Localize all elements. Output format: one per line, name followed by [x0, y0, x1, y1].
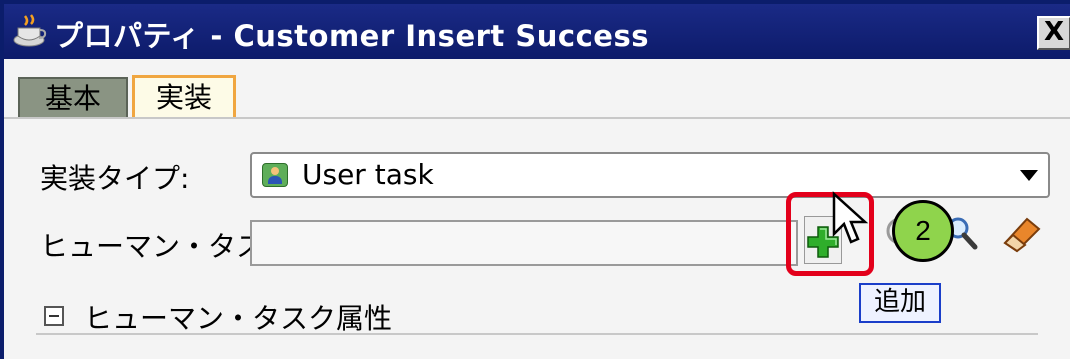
step-badge: 2	[892, 200, 954, 262]
impl-type-label: 実装タイプ:	[40, 162, 190, 195]
section-divider	[36, 333, 1038, 335]
dialog-body: 基本 実装 実装タイプ: User task ヒューマン・タスク: 2 追加 ヒ…	[4, 59, 1070, 359]
close-button[interactable]: X	[1037, 16, 1070, 50]
human-task-field[interactable]	[250, 220, 798, 266]
collapse-icon[interactable]	[44, 306, 64, 326]
impl-type-value: User task	[302, 158, 434, 191]
mouse-cursor-icon	[832, 191, 869, 244]
tab-implementation[interactable]: 実装	[132, 75, 236, 119]
eraser-icon[interactable]	[999, 209, 1045, 255]
window-title: プロパティ - Customer Insert Success	[54, 19, 649, 53]
section-title: ヒューマン・タスク属性	[84, 302, 393, 335]
impl-type-select[interactable]: User task	[250, 152, 1050, 198]
chevron-down-icon[interactable]	[1020, 170, 1038, 181]
user-icon	[262, 163, 288, 187]
tab-divider	[4, 117, 1070, 119]
tab-basic[interactable]: 基本	[18, 77, 128, 117]
coffee-cup-icon	[13, 14, 47, 47]
title-bar[interactable]: プロパティ - Customer Insert Success X	[4, 4, 1070, 59]
close-icon: X	[1043, 17, 1065, 47]
add-tooltip: 追加	[859, 283, 941, 323]
